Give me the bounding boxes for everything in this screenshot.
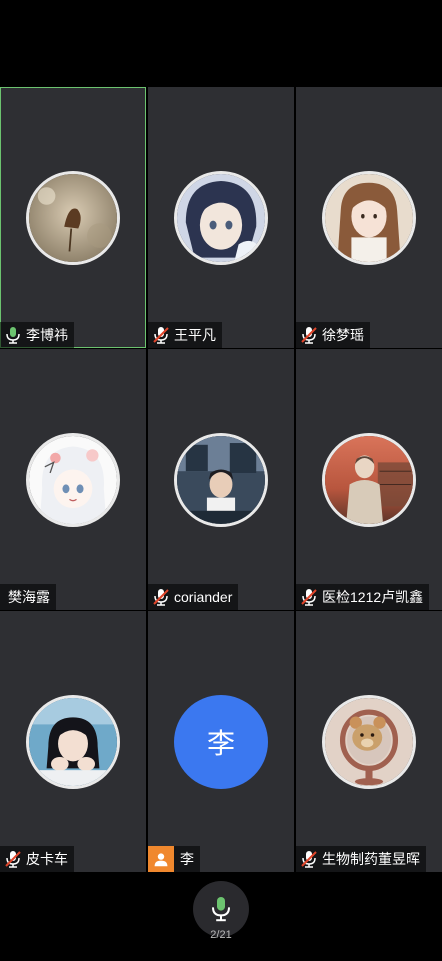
- participant-name: 皮卡车: [26, 851, 68, 867]
- avatar: [322, 432, 416, 527]
- avatar: [174, 432, 268, 527]
- participant-name: 樊海露: [8, 589, 50, 605]
- participant-tile-7[interactable]: 皮卡车: [0, 611, 146, 872]
- initial-avatar: 李: [174, 694, 268, 789]
- participant-tile-8[interactable]: 李 李: [148, 611, 294, 872]
- participant-name: 医检1212卢凯鑫: [322, 589, 424, 605]
- name-tag: 王平凡: [148, 322, 222, 348]
- participant-tile-4[interactable]: 樊海露: [0, 349, 146, 610]
- name-tag: 樊海露: [0, 584, 56, 610]
- avatar: [26, 170, 120, 265]
- microphone-icon: [4, 325, 22, 345]
- participant-tile-3[interactable]: 徐梦瑶: [296, 87, 442, 348]
- name-tag: 李博祎: [0, 322, 74, 348]
- name-tag: coriander: [148, 584, 239, 610]
- participant-tile-6[interactable]: 医检1212卢凯鑫: [296, 349, 442, 610]
- participant-name: 李: [180, 851, 194, 867]
- name-tag: 皮卡车: [0, 846, 74, 872]
- microphone-muted-icon: [300, 587, 318, 607]
- name-tag: 医检1212卢凯鑫: [296, 584, 430, 610]
- avatar: [322, 694, 416, 789]
- avatar: [322, 170, 416, 265]
- microphone-muted-icon: [152, 587, 170, 607]
- participant-name: coriander: [174, 589, 233, 605]
- name-tag: 徐梦瑶: [296, 322, 370, 348]
- participant-tile-9[interactable]: 生物制药董昱晖: [296, 611, 442, 872]
- participant-tile-2[interactable]: 王平凡: [148, 87, 294, 348]
- participant-grid: 李博祎 王平凡 徐梦瑶 樊海露 coriander 医检1212卢凯鑫 皮卡车 …: [0, 87, 442, 873]
- participant-name: 生物制药董昱晖: [322, 851, 420, 867]
- avatar: [174, 170, 268, 265]
- participant-tile-5[interactable]: coriander: [148, 349, 294, 610]
- microphone-icon: [212, 897, 230, 922]
- participant-name: 徐梦瑶: [322, 327, 364, 343]
- microphone-muted-icon: [152, 325, 170, 345]
- avatar: [26, 694, 120, 789]
- microphone-muted-icon: [300, 849, 318, 869]
- microphone-muted-icon: [300, 325, 318, 345]
- page-indicator: 2/21: [210, 929, 232, 941]
- participant-tile-1[interactable]: 李博祎: [0, 87, 146, 348]
- participant-name: 王平凡: [174, 327, 216, 343]
- avatar: [26, 432, 120, 527]
- name-tag: 生物制药董昱晖: [296, 846, 426, 872]
- bottom-bar: 2/21: [0, 873, 442, 961]
- microphone-muted-icon: [4, 849, 22, 869]
- person-icon: [148, 846, 174, 872]
- participant-name: 李博祎: [26, 327, 68, 343]
- name-tag: 李: [148, 846, 200, 872]
